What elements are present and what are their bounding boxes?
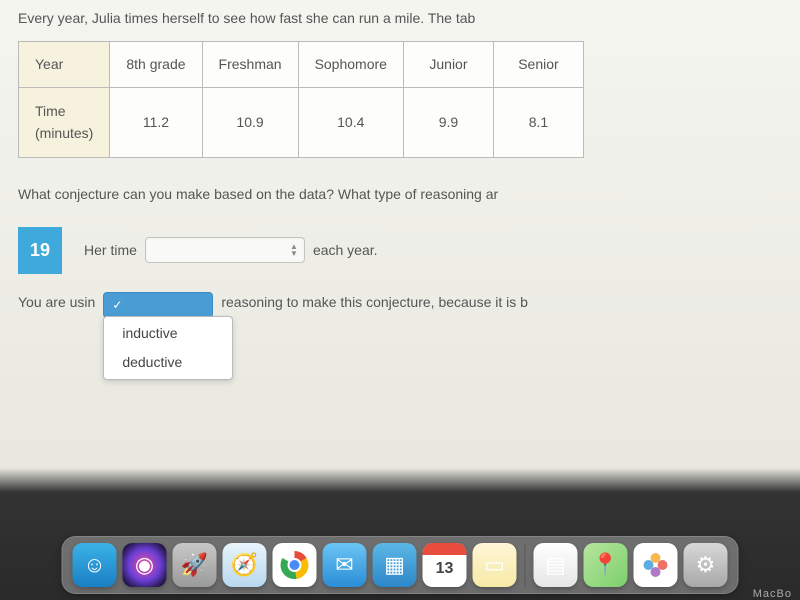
line2-prefix: You are usin: [18, 292, 95, 313]
intro-text: Every year, Julia times herself to see h…: [18, 8, 800, 29]
chrome-icon[interactable]: [273, 543, 317, 587]
table-header-cell: Freshman: [202, 42, 298, 88]
year-label-cell: Year: [19, 42, 110, 88]
question-prompt: What conjecture can you make based on th…: [18, 184, 800, 205]
data-table: Year 8th grade Freshman Sophomore Junior…: [18, 41, 584, 158]
table-data-cell: 10.4: [298, 88, 403, 158]
siri-icon[interactable]: ◉: [123, 543, 167, 587]
question-number-badge: 19: [18, 227, 62, 274]
reasoning-dropdown[interactable]: ✓: [103, 292, 213, 318]
notes-icon[interactable]: ▭: [473, 543, 517, 587]
reasoning-dropdown-wrap: ✓ inductive deductive: [103, 292, 213, 318]
answer-line-1: 19 Her time ▲▼ each year.: [18, 227, 800, 274]
maps-icon[interactable]: 📍: [584, 543, 628, 587]
calendar-icon[interactable]: 13: [423, 543, 467, 587]
photos-icon[interactable]: [634, 543, 678, 587]
table-data-cell: 8.1: [493, 88, 583, 158]
time-label-line2: (minutes): [35, 125, 93, 141]
dropdown-option-inductive[interactable]: inductive: [104, 319, 232, 348]
table-header-cell: Junior: [403, 42, 493, 88]
her-time-dropdown[interactable]: ▲▼: [145, 237, 305, 263]
dropdown-option-deductive[interactable]: deductive: [104, 348, 232, 377]
app-icon-2[interactable]: ▤: [534, 543, 578, 587]
finder-icon[interactable]: ☺: [73, 543, 117, 587]
check-icon: ✓: [112, 296, 122, 314]
table-header-cell: Sophomore: [298, 42, 403, 88]
table-row: Year 8th grade Freshman Sophomore Junior…: [19, 42, 584, 88]
table-data-cell: 9.9: [403, 88, 493, 158]
table-header-cell: 8th grade: [110, 42, 202, 88]
mail-icon[interactable]: ✉: [323, 543, 367, 587]
app-icon-1[interactable]: ▦: [373, 543, 417, 587]
dock-divider: [525, 543, 526, 587]
table-row: Time (minutes) 11.2 10.9 10.4 9.9 8.1: [19, 88, 584, 158]
quiz-content: Every year, Julia times herself to see h…: [0, 0, 800, 318]
preferences-icon[interactable]: ⚙: [684, 543, 728, 587]
stepper-icon: ▲▼: [288, 243, 300, 257]
time-label-line1: Time: [35, 103, 66, 119]
line2-suffix: reasoning to make this conjecture, becau…: [221, 292, 528, 313]
macos-dock: ☺◉🚀🧭 ✉▦13▭ ▤📍 ⚙: [62, 536, 739, 594]
time-label-cell: Time (minutes): [19, 88, 110, 158]
line1-suffix: each year.: [313, 240, 378, 261]
table-header-cell: Senior: [493, 42, 583, 88]
line1-prefix: Her time: [84, 240, 137, 261]
safari-icon[interactable]: 🧭: [223, 543, 267, 587]
answer-line-2: You are usin ✓ inductive deductive reaso…: [18, 292, 800, 318]
table-data-cell: 11.2: [110, 88, 202, 158]
table-data-cell: 10.9: [202, 88, 298, 158]
launchpad-icon[interactable]: 🚀: [173, 543, 217, 587]
reasoning-dropdown-list: inductive deductive: [103, 316, 233, 380]
macbook-label: MacBo: [753, 588, 792, 600]
